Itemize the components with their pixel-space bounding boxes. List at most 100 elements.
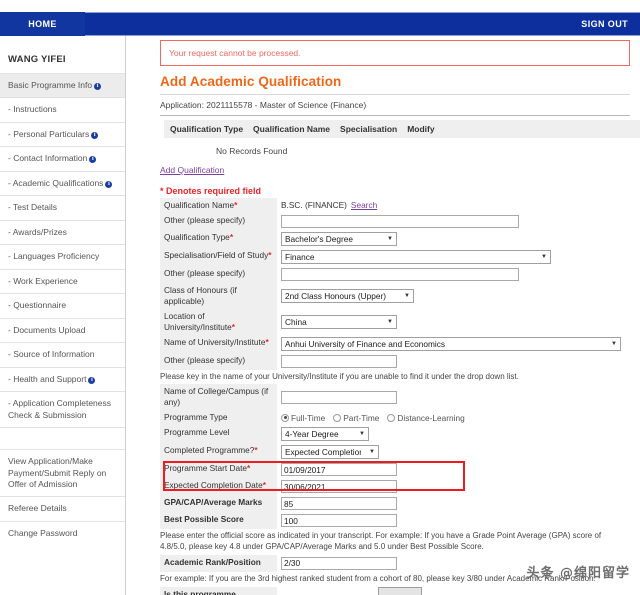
sidebar-item-9[interactable]: - Questionnaire [0, 293, 125, 317]
table-empty-message: No Records Found [216, 146, 288, 156]
label-singapore-subsidy: Is this programme subsidized by Singapor… [160, 586, 277, 595]
required-asterisk: * [231, 321, 236, 332]
programme-level-select[interactable]: 4-Year Degree ▼ [281, 427, 369, 442]
field-row-best-possible-score: Best Possible Score [160, 512, 638, 530]
chevron-down-icon: ▼ [387, 235, 393, 242]
expected-completion-date-input[interactable] [281, 480, 397, 494]
radio-icon[interactable] [333, 413, 342, 422]
sidebar-item-0[interactable]: Basic Programme Info i [0, 73, 125, 98]
programme-type-radio-group[interactable]: Full-Time Part-Time Distance-Learning [281, 413, 470, 423]
required-asterisk: * [262, 480, 266, 491]
location-of-university-select[interactable]: China ▼ [281, 314, 397, 329]
other-specify-3-input[interactable] [281, 354, 397, 368]
sidebar-secondary-item-2[interactable]: Change Password [0, 520, 125, 545]
value-location-of-university: China ▼ [277, 309, 638, 335]
watermark: 头条 @绵阳留学 [526, 566, 630, 581]
completed-programme-value: Expected Completion [285, 447, 362, 458]
label-specialisation: Specialisation/Field of Study* [160, 247, 277, 266]
value-programme-type: Full-Time Part-Time Distance-Learning [277, 410, 638, 425]
qualification-type-select[interactable]: Bachelor's Degree ▼ [281, 231, 397, 246]
sign-out-link[interactable]: SIGN OUT [581, 19, 640, 29]
add-qualification-link[interactable]: Add Qualification [160, 165, 224, 175]
sidebar-item-3[interactable]: - Contact Information i [0, 146, 125, 170]
sidebar-item-5[interactable]: - Test Details [0, 195, 125, 219]
label-college-campus: Name of College/Campus (if any) [160, 384, 277, 411]
qualification-type-value: Bachelor's Degree [285, 233, 353, 244]
qualification-form-part2: Name of College/Campus (if any) Programm… [160, 384, 638, 530]
sidebar-item-12[interactable]: - Health and Support i [0, 366, 125, 391]
chevron-down-icon: ▼ [404, 292, 410, 299]
label-class-of-honours: Class of Honours (if applicable) [160, 282, 277, 309]
sidebar-item-label: Change Password [8, 527, 78, 538]
home-tab-label: HOME [28, 19, 57, 29]
label-completed-programme: Completed Programme?* [160, 443, 277, 462]
home-tab[interactable]: HOME [0, 12, 85, 36]
info-icon[interactable]: i [89, 156, 97, 164]
chevron-down-icon: ▼ [369, 449, 375, 456]
info-icon[interactable]: i [91, 131, 99, 139]
label-qualification-type: Qualification Type* [160, 229, 277, 248]
sidebar-secondary-item-1[interactable]: Referee Details [0, 496, 125, 520]
application-info: Application: 2021115578 - Master of Scie… [160, 100, 367, 110]
class-of-honours-select[interactable]: 2nd Class Honours (Upper) ▼ [281, 288, 414, 303]
sidebar-item-label: - Documents Upload [8, 324, 86, 335]
info-icon[interactable]: i [94, 83, 102, 90]
field-row-expected-completion-date: Expected Completion Date* [160, 478, 638, 496]
other-specify-1-input[interactable] [281, 214, 519, 228]
field-row-programme-level: Programme Level 4-Year Degree ▼ [160, 425, 638, 444]
label-other-specify-2: Other (please specify) [160, 265, 277, 283]
submit-button-partial[interactable] [378, 587, 422, 595]
label-programme-level: Programme Level [160, 425, 277, 444]
programme-type-option-0[interactable]: Full-Time [281, 413, 325, 423]
best-possible-score-input[interactable] [281, 514, 397, 528]
other-specify-2-input[interactable] [281, 267, 519, 281]
programme-type-option-label: Part-Time [343, 412, 380, 423]
sidebar-secondary-item-0[interactable]: View Application/Make Payment/Submit Rep… [0, 449, 125, 496]
sidebar-item-label: Basic Programme Info [8, 80, 93, 90]
score-note: Please enter the official score as indic… [160, 531, 602, 552]
sidebar-item-label: - Application Completeness Check & Submi… [8, 398, 112, 420]
academic-rank-input[interactable] [281, 556, 397, 570]
programme-type-option-2[interactable]: Distance-Learning [387, 412, 465, 423]
label-qualification-name: Qualification Name* [160, 198, 277, 213]
gpa-input[interactable] [281, 497, 397, 511]
programme-start-date-input[interactable] [281, 463, 397, 477]
label-other-specify-3: Other (please specify) [160, 352, 277, 370]
label-best-possible-score: Best Possible Score [160, 512, 277, 530]
programme-type-option-label: Distance-Learning [397, 412, 465, 423]
field-row-completed-programme: Completed Programme?* Expected Completio… [160, 443, 638, 462]
error-banner: Your request cannot be processed. [160, 40, 630, 66]
sidebar-item-2[interactable]: - Personal Particulars i [0, 121, 125, 146]
top-navigation-bar: HOME SIGN OUT [0, 12, 640, 36]
sidebar-item-6[interactable]: - Awards/Prizes [0, 219, 125, 244]
sidebar-item-1[interactable]: - Instructions [0, 97, 125, 121]
sidebar-item-13[interactable]: - Application Completeness Check & Submi… [0, 391, 125, 427]
sidebar-item-4[interactable]: - Academic Qualifications i [0, 170, 125, 195]
application-divider [160, 115, 630, 116]
field-row-other-specify-1: Other (please specify) [160, 212, 638, 230]
programme-level-value: 4-Year Degree [285, 429, 339, 440]
radio-icon[interactable] [387, 413, 396, 422]
sidebar-nav-list: Basic Programme Info i - Instructions - Per… [0, 73, 125, 427]
sidebar-item-label: - Instructions [8, 104, 57, 115]
field-row-programme-type: Programme Type Full-Time Part-Time Distanc… [160, 410, 638, 426]
name-of-university-value: Anhui University of Finance and Economic… [285, 338, 446, 349]
sidebar-item-label: - Source of Information [8, 349, 95, 360]
info-icon[interactable]: i [105, 180, 113, 188]
completed-programme-select[interactable]: Expected Completion ▼ [281, 445, 379, 460]
sidebar-item-11[interactable]: - Source of Information [0, 342, 125, 366]
sidebar-item-10[interactable]: - Documents Upload [0, 317, 125, 342]
programme-type-option-1[interactable]: Part-Time [333, 413, 379, 423]
college-campus-input[interactable] [281, 390, 397, 404]
sidebar: WANG YIFEI Basic Programme Info i - Instru… [0, 36, 126, 595]
sidebar-item-7[interactable]: - Languages Proficiency [0, 244, 125, 268]
search-link[interactable]: Search [351, 200, 377, 210]
radio-icon[interactable] [281, 413, 289, 422]
chevron-down-icon: ▼ [541, 253, 547, 260]
sidebar-item-8[interactable]: - Work Experience [0, 268, 125, 293]
info-icon[interactable]: i [88, 376, 96, 384]
specialisation-select[interactable]: Finance ▼ [281, 249, 551, 264]
name-of-university-select[interactable]: Anhui University of Finance and Economic… [281, 336, 621, 351]
label-text: Name of University/Institute [164, 336, 266, 347]
column-modify: Modify [407, 124, 435, 134]
